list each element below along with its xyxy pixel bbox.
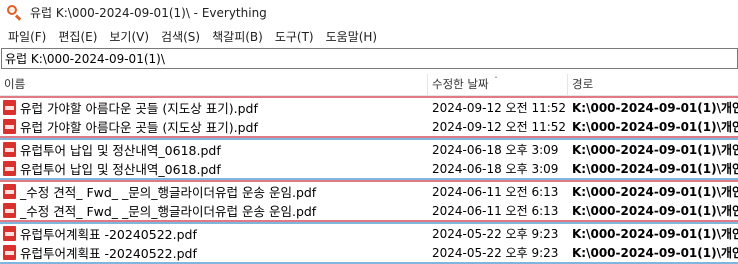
duplicate-group: 유럽 가야할 아름다운 곳들 (지도상 표기).pdf 2024-09-12 오…	[0, 96, 738, 138]
pdf-file-icon	[3, 245, 16, 260]
table-row[interactable]: 유럽투어 납입 및 정산내역_0618.pdf 2024-06-18 오후 3:…	[0, 140, 738, 159]
menu-view[interactable]: 보기(V)	[103, 28, 155, 45]
file-name: 유럽투어계획표 -20240522.pdf	[20, 246, 197, 261]
everything-app-icon	[6, 4, 22, 21]
results-list: 유럽 가야할 아름다운 곳들 (지도상 표기).pdf 2024-09-12 오…	[0, 96, 738, 264]
duplicate-group: 유럽투어 납입 및 정산내역_0618.pdf 2024-06-18 오후 3:…	[0, 138, 738, 180]
pdf-file-icon	[3, 184, 16, 199]
file-path: K:\000-2024-09-01(1)\개인\	[572, 204, 738, 218]
date-modified: 2024-06-18 오후 3:09	[432, 143, 559, 157]
date-modified: 2024-06-11 오전 6:13	[432, 185, 559, 199]
menu-search[interactable]: 검색(S)	[155, 28, 206, 45]
date-modified: 2024-06-18 오후 3:09	[432, 162, 559, 176]
date-modified: 2024-09-12 오전 11:52	[432, 120, 567, 134]
date-modified: 2024-05-22 오후 9:23	[432, 227, 559, 241]
window-title: 유럽 K:\000-2024-09-01(1)\ - Everything	[30, 5, 267, 20]
pdf-file-icon	[3, 161, 16, 176]
file-path: K:\000-2024-09-01(1)\개인\	[572, 227, 738, 241]
file-path: K:\000-2024-09-01(1)\개인\	[572, 162, 738, 176]
menu-help[interactable]: 도움말(H)	[320, 28, 384, 45]
menu-bookmarks[interactable]: 책갈피(B)	[206, 28, 269, 45]
file-name: 유럽투어 납입 및 정산내역_0618.pdf	[20, 162, 221, 177]
table-row[interactable]: 유럽 가야할 아름다운 곳들 (지도상 표기).pdf 2024-09-12 오…	[0, 117, 738, 136]
table-row[interactable]: 유럽 가야할 아름다운 곳들 (지도상 표기).pdf 2024-09-12 오…	[0, 98, 738, 117]
column-header-name[interactable]: 이름	[0, 74, 427, 95]
date-modified: 2024-09-12 오전 11:52	[432, 101, 567, 115]
menu-bar: 파일(F) 편집(E) 보기(V) 검색(S) 책갈피(B) 도구(T) 도움말…	[0, 24, 738, 48]
menu-file[interactable]: 파일(F)	[2, 28, 52, 45]
file-name: 유럽투어계획표 -20240522.pdf	[20, 227, 197, 242]
file-path: K:\000-2024-09-01(1)\개인\	[572, 143, 738, 157]
table-row[interactable]: 유럽투어 납입 및 정산내역_0618.pdf 2024-06-18 오후 3:…	[0, 159, 738, 178]
date-modified: 2024-06-11 오전 6:13	[432, 204, 559, 218]
table-row[interactable]: 유럽투어계획표 -20240522.pdf 2024-05-22 오후 9:23…	[0, 224, 738, 243]
menu-edit[interactable]: 편집(E)	[52, 28, 103, 45]
search-box[interactable]	[1, 48, 738, 69]
pdf-file-icon	[3, 203, 16, 218]
column-header: 이름 ˇ 수정한 날짜 경로	[0, 74, 738, 96]
table-row[interactable]: 유럽투어계획표 -20240522.pdf 2024-05-22 오후 9:23…	[0, 243, 738, 262]
duplicate-group: 유럽투어계획표 -20240522.pdf 2024-05-22 오후 9:23…	[0, 222, 738, 264]
file-name: 유럽 가야할 아름다운 곳들 (지도상 표기).pdf	[20, 101, 258, 116]
menu-tools[interactable]: 도구(T)	[269, 28, 320, 45]
table-row[interactable]: _수정 견적_ Fwd_ _문의_행글라이더유럽 운송 운임.pdf 2024-…	[0, 201, 738, 220]
table-row[interactable]: _수정 견적_ Fwd_ _문의_행글라이더유럽 운송 운임.pdf 2024-…	[0, 182, 738, 201]
column-header-path[interactable]: 경로	[567, 74, 738, 95]
column-header-date-modified[interactable]: ˇ 수정한 날짜	[427, 74, 567, 95]
file-path: K:\000-2024-09-01(1)\개인\	[572, 101, 738, 115]
file-name: 유럽 가야할 아름다운 곳들 (지도상 표기).pdf	[20, 120, 258, 135]
duplicate-group: _수정 견적_ Fwd_ _문의_행글라이더유럽 운송 운임.pdf 2024-…	[0, 180, 738, 222]
pdf-file-icon	[3, 119, 16, 134]
file-name: 유럽투어 납입 및 정산내역_0618.pdf	[20, 143, 221, 158]
file-path: K:\000-2024-09-01(1)\개인\	[572, 120, 738, 134]
file-path: K:\000-2024-09-01(1)\개인\	[572, 246, 738, 260]
file-name: _수정 견적_ Fwd_ _문의_행글라이더유럽 운송 운임.pdf	[20, 204, 317, 219]
sort-descending-icon: ˇ	[494, 76, 498, 85]
pdf-file-icon	[3, 100, 16, 115]
pdf-file-icon	[3, 226, 16, 241]
file-path: K:\000-2024-09-01(1)\개인\	[572, 185, 738, 199]
search-input[interactable]	[2, 51, 737, 66]
pdf-file-icon	[3, 142, 16, 157]
title-bar: 유럽 K:\000-2024-09-01(1)\ - Everything	[0, 0, 738, 24]
file-name: _수정 견적_ Fwd_ _문의_행글라이더유럽 운송 운임.pdf	[20, 185, 317, 200]
date-modified: 2024-05-22 오후 9:23	[432, 246, 559, 260]
